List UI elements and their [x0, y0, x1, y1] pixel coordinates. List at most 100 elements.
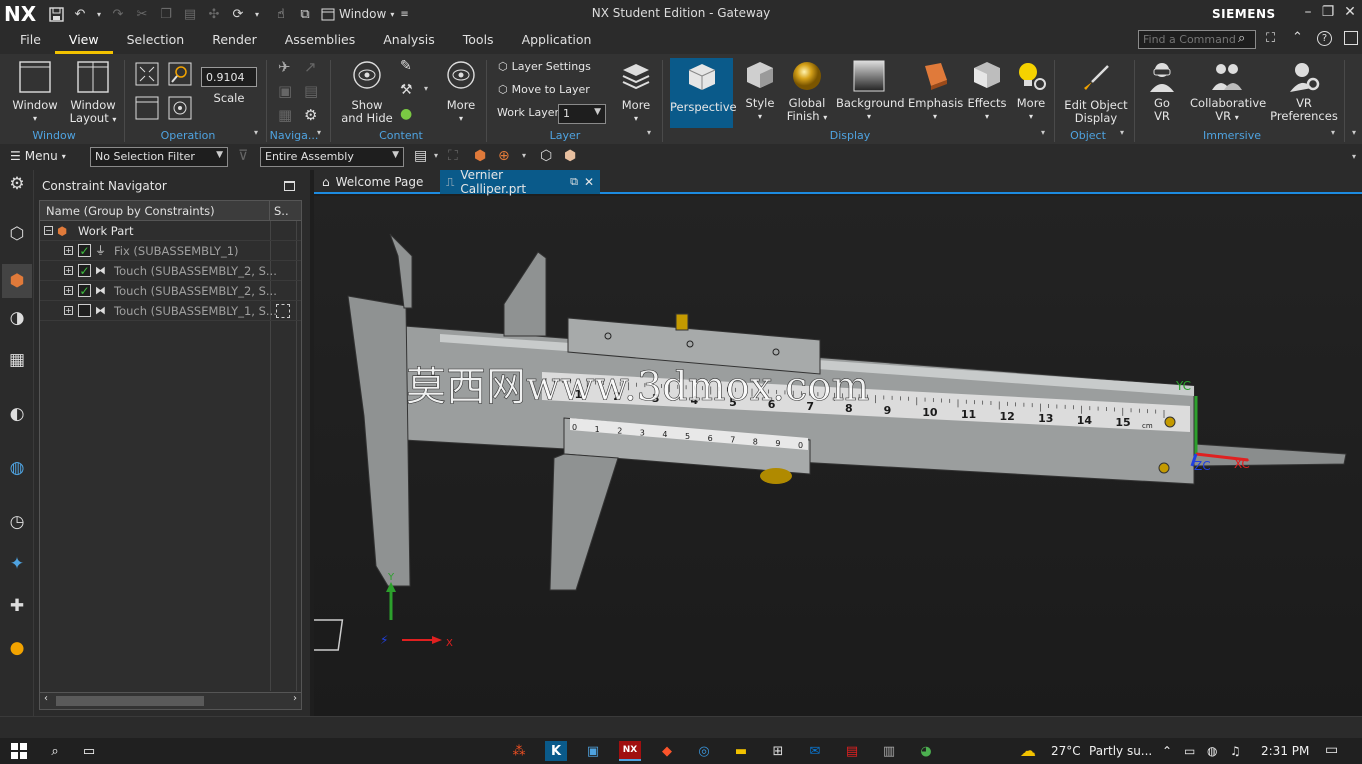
menu-tab-render[interactable]: Render [198, 28, 271, 54]
nav-reset-icon[interactable]: ▤ [304, 82, 318, 100]
effects-button[interactable]: Effects ▾ [966, 60, 1008, 123]
reuse-library-icon[interactable]: ▦ [5, 348, 29, 372]
k-app-icon[interactable]: K [545, 741, 567, 761]
fly-icon[interactable]: ✈ [278, 58, 291, 76]
select-body-icon[interactable]: ⬡ [540, 148, 552, 164]
process-studio-icon[interactable]: ✦ [5, 552, 29, 576]
fit-icon[interactable] [135, 62, 159, 89]
cut-icon[interactable]: ✂ [133, 5, 151, 23]
touch-mode-icon[interactable]: ☝ [272, 5, 290, 23]
switch-window-icon[interactable]: ⧉ [296, 5, 314, 23]
assembly-navigator-icon[interactable]: ⬡ [5, 222, 29, 246]
invert-icon[interactable]: ● [400, 106, 412, 122]
go-vr-button[interactable]: Go VR [1140, 60, 1184, 123]
menu-tab-selection[interactable]: Selection [113, 28, 199, 54]
help-icon[interactable]: ? [1317, 31, 1332, 46]
group-dropdown-icon[interactable]: ▾ [1041, 128, 1045, 137]
group-dropdown-icon[interactable]: ▾ [1120, 128, 1124, 137]
history-icon[interactable]: ◷ [5, 510, 29, 534]
rotate-icon[interactable] [168, 96, 192, 123]
group-dropdown-icon[interactable]: ▾ [1331, 128, 1335, 137]
close-icon[interactable]: ✕ [1340, 4, 1360, 22]
checked-checkbox[interactable]: ✓ [78, 244, 91, 257]
content-more-button[interactable]: More ▾ [440, 60, 482, 125]
expand-icon[interactable]: + [64, 306, 73, 315]
constraint-row[interactable]: + ✓ ⏚ Fix (SUBASSEMBLY_1) [40, 241, 301, 261]
select-feature-icon[interactable]: ⊕ [498, 148, 510, 164]
weather-text[interactable]: Partly su... [1089, 744, 1152, 758]
hd3d-tools-icon[interactable]: ◐ [5, 402, 29, 426]
search-icon[interactable]: ⌕ [1238, 31, 1245, 46]
horizontal-scrollbar[interactable]: ‹ › [40, 692, 301, 709]
snap-icon[interactable]: ⛶ [448, 148, 458, 164]
nav-option-icon[interactable]: ▣ [278, 82, 292, 100]
type-filter-icon[interactable]: ▤ [414, 148, 427, 164]
layer-settings-button[interactable]: ⬡ Layer Settings [498, 60, 591, 73]
search-icon[interactable]: ⌕ [44, 741, 66, 761]
weather-temp[interactable]: 27°C [1051, 744, 1081, 758]
brave-browser-icon[interactable]: ◆ [656, 741, 678, 761]
move-to-layer-button[interactable]: ⬡ Move to Layer [498, 83, 590, 96]
menu-tab-view[interactable]: View [54, 28, 113, 54]
web-browser-icon[interactable]: ◍ [5, 456, 29, 480]
settings-gear-icon[interactable]: ⚙ [5, 172, 29, 196]
pan-icon[interactable] [135, 96, 159, 123]
copy-icon[interactable]: ❐ [157, 5, 175, 23]
part-navigator-icon[interactable]: ◑ [5, 306, 29, 330]
constraint-row[interactable]: + ⧓ Touch (SUBASSEMBLY_1, S... [40, 301, 301, 321]
status-column-header[interactable]: S.. [270, 201, 293, 220]
nav-settings-icon[interactable]: ⚙ [304, 106, 317, 124]
group-dropdown-icon[interactable]: ▾ [317, 128, 321, 137]
graphics-window[interactable]: 1 2 3 4 5 6 7 8 9 10 11 12 13 14 15 01234567890 cm YC … [307, 196, 1362, 716]
selection-scope-select[interactable]: Entire Assembly ▼ [260, 147, 404, 167]
group-dropdown-icon[interactable]: ▾ [254, 128, 258, 137]
constraint-navigator-icon[interactable]: ⬢ [2, 264, 32, 298]
customize-qat-icon[interactable]: ≡ [400, 9, 408, 20]
repeat-command-icon[interactable]: ⟳ [229, 5, 247, 23]
paste-icon[interactable]: ▤ [181, 5, 199, 23]
view-triad[interactable]: Y X ⚡ [307, 572, 453, 651]
show-and-hide-button[interactable]: Show and Hide [338, 60, 396, 125]
vr-preferences-button[interactable]: VR Preferences [1270, 60, 1338, 123]
perspective-button[interactable]: Perspective [670, 58, 737, 128]
constraint-row[interactable]: + ✓ ⧓ Touch (SUBASSEMBLY_2, S... [40, 261, 301, 281]
task-view-icon[interactable]: ▭ [78, 741, 100, 761]
tab-welcome-page[interactable]: ⌂ Welcome Page [316, 170, 429, 194]
tray-chevron-icon[interactable]: ⌃ [1162, 744, 1172, 758]
nav-view-icon[interactable]: ▦ [278, 106, 292, 124]
scroll-right-icon[interactable]: › [293, 693, 297, 704]
repeat-dropdown-icon[interactable]: ▾ [253, 5, 261, 23]
edge-browser-icon[interactable]: ◎ [693, 741, 715, 761]
volume-icon[interactable]: ♫ [1230, 744, 1241, 758]
toolbar-options-icon[interactable]: ▾ [1352, 152, 1356, 161]
maximize-icon[interactable] [284, 181, 295, 191]
restore-icon[interactable]: ❐ [1318, 4, 1338, 22]
expand-icon[interactable]: + [64, 246, 73, 255]
tree-row-work-part[interactable]: − ⬢ Work Part [40, 221, 301, 241]
menu-tab-application[interactable]: Application [508, 28, 606, 54]
full-screen-icon[interactable]: ⛶ [1266, 31, 1275, 46]
app-window-icon[interactable]: ▣ [582, 741, 604, 761]
file-explorer-icon[interactable]: ▬ [730, 741, 752, 761]
app-dots-icon[interactable]: ⁂ [508, 741, 530, 761]
work-layer-select[interactable]: 1 ▼ [558, 104, 606, 124]
redo-icon[interactable]: ↷ [109, 5, 127, 23]
menu-tab-tools[interactable]: Tools [449, 28, 508, 54]
global-finish-button[interactable]: Global Finish ▾ [784, 60, 830, 124]
hide-icon[interactable]: ⚒ [400, 82, 413, 98]
network-globe-icon[interactable]: ◍ [1207, 744, 1217, 758]
document-app-icon[interactable]: ▥ [878, 741, 900, 761]
store-icon[interactable]: ⊞ [767, 741, 789, 761]
undo-dropdown-icon[interactable]: ▾ [95, 5, 103, 23]
group-dropdown-icon[interactable]: ▾ [647, 128, 651, 137]
battery-icon[interactable]: ▭ [1184, 744, 1195, 758]
chevron-down-icon[interactable]: ▾ [522, 151, 526, 160]
undo-icon[interactable]: ↶ [71, 5, 89, 23]
filter-reset-icon[interactable]: ⊽ [238, 148, 248, 164]
constraint-row[interactable]: + ✓ ⧓ Touch (SUBASSEMBLY_2, S... [40, 281, 301, 301]
show-only-icon[interactable]: ✎ [400, 58, 412, 74]
menu-tab-assemblies[interactable]: Assemblies [271, 28, 370, 54]
selection-filter-select[interactable]: No Selection Filter ▼ [90, 147, 228, 167]
collapse-ribbon-icon[interactable]: ⌃ [1292, 30, 1303, 45]
background-button[interactable]: Background ▾ [836, 60, 905, 123]
